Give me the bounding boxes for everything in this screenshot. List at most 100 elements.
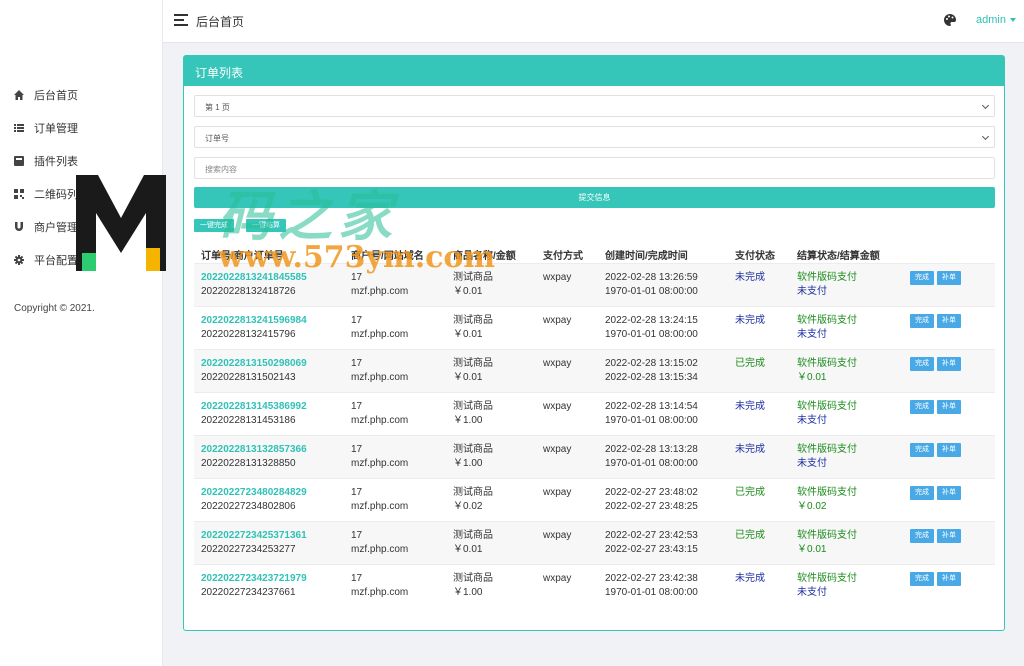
user-menu[interactable]: admin	[976, 14, 1016, 26]
site-domain: mzf.php.com	[351, 329, 409, 340]
palette-icon[interactable]	[943, 13, 957, 27]
complete-button[interactable]: 完成	[910, 357, 934, 371]
pay-method: wxpay	[543, 358, 572, 369]
settle-cell: 软件版码支付 未支付	[797, 314, 857, 342]
sidebar: 后台首页 订单管理 插件列表 二维码列表 商户管理 平台配置 Copyright…	[0, 0, 163, 666]
merchant-cell: 17 mzf.php.com	[351, 271, 408, 299]
pay-method: wxpay	[543, 444, 572, 455]
magnet-icon	[14, 221, 34, 232]
complete-button[interactable]: 完成	[910, 271, 934, 285]
order-number-link[interactable]: 2022022813145386992	[201, 400, 307, 414]
sidebar-item-label: 插件列表	[34, 155, 78, 168]
created-time: 2022-02-27 23:42:53	[605, 530, 698, 541]
order-cell: 2022022813241845585 20220228132418726	[201, 271, 307, 299]
resend-button[interactable]: 补单	[937, 486, 961, 500]
complete-button[interactable]: 完成	[910, 572, 934, 586]
order-number-link[interactable]: 2022022813150298069	[201, 357, 307, 371]
row-actions: 完成 补单	[910, 271, 961, 285]
created-time: 2022-02-27 23:42:38	[605, 573, 698, 584]
order-number-link[interactable]: 2022022813241596984	[201, 314, 307, 328]
complete-button[interactable]: 完成	[910, 529, 934, 543]
time-cell: 2022-02-27 23:48:02 2022-02-27 23:48:25	[605, 486, 698, 514]
page-select[interactable]: 第 1 页	[194, 95, 995, 117]
merchant-order-number: 20220228132418726	[201, 286, 296, 297]
product-amount: ￥0.01	[453, 372, 483, 383]
order-number-link[interactable]: 2022022723480284829	[201, 486, 307, 500]
resend-button[interactable]: 补单	[937, 357, 961, 371]
settle-method: 软件版码支付	[797, 530, 857, 541]
pay-method: wxpay	[543, 530, 572, 541]
product-amount: ￥0.01	[453, 544, 483, 555]
merchant-id: 17	[351, 358, 363, 369]
user-name: admin	[976, 14, 1006, 26]
resend-button[interactable]: 补单	[937, 314, 961, 328]
resend-button[interactable]: 补单	[937, 443, 961, 457]
resend-button[interactable]: 补单	[937, 400, 961, 414]
panel-title: 订单列表	[184, 56, 1004, 86]
product-cell: 测试商品 ￥0.01	[453, 529, 493, 557]
merchant-order-number: 20220228132415796	[201, 329, 296, 340]
product-cell: 测试商品 ￥0.01	[453, 314, 493, 342]
settle-cell: 软件版码支付 未支付	[797, 572, 857, 600]
merchant-order-number: 20220228131453186	[201, 415, 296, 426]
pay-status-badge: 未完成	[735, 444, 765, 455]
order-number-link[interactable]: 2022022723425371361	[201, 529, 307, 543]
resend-button[interactable]: 补单	[937, 271, 961, 285]
pay-status-badge: 已完成	[735, 358, 765, 369]
finished-time: 1970-01-01 08:00:00	[605, 458, 698, 469]
merchant-cell: 17 mzf.php.com	[351, 486, 408, 514]
product-name: 测试商品	[453, 573, 493, 584]
settle-method: 软件版码支付	[797, 272, 857, 283]
sidebar-item-dashboard[interactable]: 后台首页	[0, 78, 163, 111]
settle-method: 软件版码支付	[797, 401, 857, 412]
time-cell: 2022-02-27 23:42:38 1970-01-01 08:00:00	[605, 572, 698, 600]
resend-button[interactable]: 补单	[937, 572, 961, 586]
table-row: 2022022813241596984 20220228132415796 17 mz…	[194, 306, 995, 349]
sidebar-item-label: 平台配置	[34, 254, 78, 267]
watermark-logo	[76, 175, 166, 271]
order-number-link[interactable]: 2022022723423721979	[201, 572, 307, 586]
sidebar-item-label: 后台首页	[34, 89, 78, 102]
order-list-panel: 订单列表 第 1 页 订单号 搜索内容 提交信息 一键完成 一键结算 订单号/商…	[183, 55, 1005, 631]
order-cell: 2022022723480284829 20220227234802806	[201, 486, 307, 514]
page-title: 后台首页	[196, 15, 245, 29]
product-amount: ￥0.02	[453, 501, 483, 512]
table-row: 2022022723423721979 20220227234237661 17 mz…	[194, 564, 995, 607]
complete-button[interactable]: 完成	[910, 486, 934, 500]
sidebar-item-orders[interactable]: 订单管理	[0, 111, 163, 144]
settle-cell: 软件版码支付 未支付	[797, 271, 857, 299]
merchant-order-number: 20220227234253277	[201, 544, 296, 555]
header-pay-status: 支付状态	[735, 251, 775, 262]
settle-method: 软件版码支付	[797, 358, 857, 369]
complete-button[interactable]: 完成	[910, 314, 934, 328]
pay-status-badge: 未完成	[735, 315, 765, 326]
pay-status-badge: 已完成	[735, 530, 765, 541]
order-number-link[interactable]: 2022022813132857366	[201, 443, 307, 457]
product-amount: ￥0.01	[453, 329, 483, 340]
order-cell: 2022022813132857366 20220228131328850	[201, 443, 307, 471]
finished-time: 2022-02-28 13:15:34	[605, 372, 698, 383]
settle-cell: 软件版码支付 未支付	[797, 443, 857, 471]
product-name: 测试商品	[453, 401, 493, 412]
list-icon	[14, 123, 34, 133]
complete-button[interactable]: 完成	[910, 443, 934, 457]
settle-amount: ￥0.02	[797, 501, 827, 512]
site-domain: mzf.php.com	[351, 286, 409, 297]
merchant-id: 17	[351, 315, 363, 326]
created-time: 2022-02-28 13:14:54	[605, 401, 698, 412]
product-cell: 测试商品 ￥1.00	[453, 443, 493, 471]
settle-method: 软件版码支付	[797, 573, 857, 584]
search-field-select[interactable]: 订单号	[194, 126, 995, 148]
finished-time: 2022-02-27 23:48:25	[605, 501, 698, 512]
time-cell: 2022-02-27 23:42:53 2022-02-27 23:43:15	[605, 529, 698, 557]
table-row: 2022022813150298069 20220228131502143 17 mz…	[194, 349, 995, 392]
complete-button[interactable]: 完成	[910, 400, 934, 414]
row-actions: 完成 补单	[910, 400, 961, 414]
merchant-order-number: 20220227234237661	[201, 587, 296, 598]
header-method: 支付方式	[543, 251, 583, 262]
pay-method: wxpay	[543, 401, 572, 412]
menu-toggle-icon[interactable]	[174, 14, 188, 26]
settle-method: 软件版码支付	[797, 487, 857, 498]
resend-button[interactable]: 补单	[937, 529, 961, 543]
created-time: 2022-02-28 13:15:02	[605, 358, 698, 369]
